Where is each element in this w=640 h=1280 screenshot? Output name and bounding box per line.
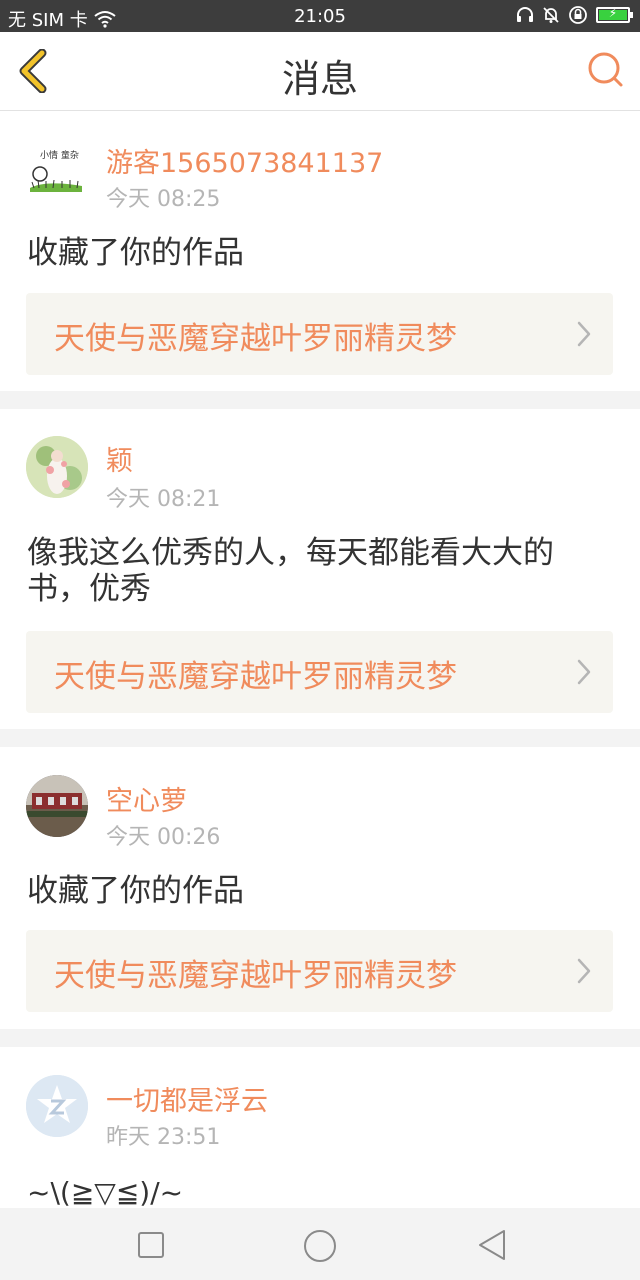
- avatar[interactable]: [26, 436, 88, 498]
- nav-bar: 消息: [0, 32, 640, 111]
- avatar-image: 小情 童杂: [30, 149, 82, 192]
- system-nav-bar: [0, 1208, 640, 1280]
- avatar[interactable]: [26, 775, 88, 837]
- battery-icon: ⚡: [596, 6, 633, 23]
- message-card: 小情 童杂 游客1565073841137 今天 08:25 收藏了你的作品 天…: [0, 111, 640, 391]
- avatar-image: [26, 775, 88, 837]
- work-title: 天使与恶魔穿越叶罗丽精灵梦: [54, 659, 457, 695]
- message-card: 一切都是浮云 昨天 23:51 ~\(≧▽≦)/~: [0, 1047, 640, 1208]
- message-text: 收藏了你的作品: [27, 873, 244, 909]
- search-icon[interactable]: [586, 50, 626, 90]
- message-time: 昨天 23:51: [106, 1125, 221, 1150]
- message-time: 今天 08:21: [106, 487, 221, 512]
- message-text: ~\(≧▽≦)/~: [27, 1176, 184, 1208]
- work-link[interactable]: 天使与恶魔穿越叶罗丽精灵梦: [26, 631, 613, 713]
- recent-apps-icon[interactable]: [137, 1231, 165, 1259]
- message-time: 今天 00:26: [106, 825, 221, 850]
- page-title: 消息: [281, 57, 358, 101]
- work-link[interactable]: 天使与恶魔穿越叶罗丽精灵梦: [26, 293, 613, 375]
- back-icon[interactable]: [476, 1228, 508, 1262]
- message-card: 空心萝 今天 00:26 收藏了你的作品 天使与恶魔穿越叶罗丽精灵梦: [0, 747, 640, 1029]
- avatar[interactable]: [26, 1075, 88, 1137]
- username[interactable]: 颖: [106, 439, 133, 478]
- avatar-image: [26, 436, 88, 498]
- muted-bell-icon: [543, 7, 559, 23]
- message-text: 收藏了你的作品: [27, 235, 244, 271]
- avatar-logo-text: 小情 童杂: [40, 149, 79, 161]
- status-right: ⚡: [516, 5, 633, 25]
- avatar-image: [26, 1075, 88, 1137]
- username[interactable]: 游客1565073841137: [106, 141, 383, 180]
- message-time: 今天 08:25: [106, 187, 221, 212]
- work-title: 天使与恶魔穿越叶罗丽精灵梦: [54, 958, 457, 994]
- avatar[interactable]: 小情 童杂: [26, 144, 88, 206]
- work-title: 天使与恶魔穿越叶罗丽精灵梦: [54, 321, 457, 357]
- username[interactable]: 一切都是浮云: [106, 1079, 268, 1118]
- username[interactable]: 空心萝: [106, 779, 187, 818]
- chevron-right-icon: [577, 958, 591, 984]
- chevron-right-icon: [577, 659, 591, 685]
- home-icon[interactable]: [302, 1228, 338, 1264]
- chevron-right-icon: [577, 321, 591, 347]
- headphones-icon: [517, 7, 533, 22]
- message-text: 像我这么优秀的人，每天都能看大大的书，优秀: [27, 535, 554, 607]
- message-card: 颖 今天 08:21 像我这么优秀的人，每天都能看大大的书，优秀 天使与恶魔穿越…: [0, 409, 640, 729]
- status-bar: 无 SIM 卡 21:05 ⚡: [0, 0, 640, 32]
- work-link[interactable]: 天使与恶魔穿越叶罗丽精灵梦: [26, 930, 613, 1012]
- rotation-lock-icon: [569, 6, 587, 24]
